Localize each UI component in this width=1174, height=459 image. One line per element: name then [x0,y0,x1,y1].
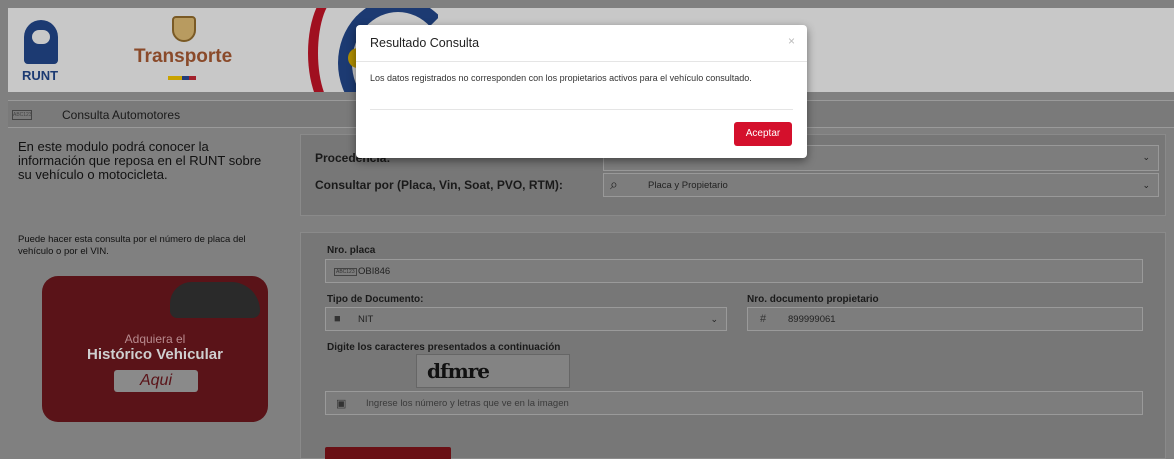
plate-badge-icon: ABC123 [12,110,32,120]
consultar-por-label: Consultar por (Placa, Vin, Soat, PVO, RT… [315,178,563,192]
ministry-logo-label: Transporte [134,46,233,67]
placa-label: Nro. placa [327,245,376,256]
runt-logo-label: RUNT [22,68,59,83]
historico-promo-banner[interactable]: Adquiera el Histórico Vehicular Aqui [42,276,268,422]
nro-documento-label: Nro. documento propietario [747,294,879,305]
search-car-icon: ⌕ [610,176,618,192]
lock-icon: ▣ [336,398,347,410]
consultar-por-select[interactable]: ⌕ Placa y Propietario ⌄ [603,173,1159,197]
promo-line2: Histórico Vehicular [87,346,223,363]
nro-documento-value: 899999061 [788,314,836,325]
placa-value: OBI846 [358,266,391,277]
captcha-input[interactable]: ▣ Ingrese los número y letras que ve en … [325,391,1143,415]
plate-badge-icon: ABC123 [334,268,357,276]
flag-stripe [168,76,196,80]
modal-message: Los datos registrados no corresponden co… [370,73,752,83]
consultar-por-value: Placa y Propietario [648,180,728,191]
tipo-documento-value: NIT [358,314,374,325]
chevron-down-icon: ⌄ [1142,180,1150,190]
runt-logo: RUNT [20,20,68,83]
car-image [170,282,260,318]
modal-title: Resultado Consulta [370,36,480,50]
modal-divider [370,109,793,110]
promo-line1: Adquiera el [124,332,186,346]
tipo-documento-label: Tipo de Documento: [327,294,424,305]
modal-divider [356,61,807,62]
section-title: Consulta Automotores [62,108,181,122]
intro-hint-text: Puede hacer esta consulta por el número … [18,234,246,257]
close-icon[interactable]: × [788,34,795,48]
query-form-panel: Nro. placa ABC123 OBI846 Tipo de Documen… [300,232,1166,459]
aceptar-button[interactable]: Aceptar [734,122,792,146]
captcha-image: dfmre [416,354,570,388]
tipo-documento-select[interactable]: ■ NIT ⌄ [325,307,727,331]
intro-text: En este modulo podrá conocer la informac… [18,139,262,182]
captcha-placeholder: Ingrese los número y letras que ve en la… [366,398,569,409]
consultar-button[interactable] [325,447,451,459]
placa-input[interactable]: ABC123 OBI846 [325,259,1143,283]
coat-of-arms-icon [172,16,196,42]
result-modal: Resultado Consulta × Los datos registrad… [356,25,807,158]
ministry-logo: Transporte [128,16,248,86]
chevron-down-icon: ⌄ [1142,152,1150,162]
user-icon: ■ [334,313,341,325]
promo-aqui-button[interactable]: Aqui [114,370,198,392]
hash-icon: # [760,313,767,325]
runt-r-mark [24,20,58,64]
captcha-text: dfmre [427,359,490,383]
chevron-down-icon: ⌄ [710,314,718,324]
captcha-label: Digite los caracteres presentados a cont… [327,342,561,353]
nro-documento-input[interactable]: # 899999061 [747,307,1143,331]
